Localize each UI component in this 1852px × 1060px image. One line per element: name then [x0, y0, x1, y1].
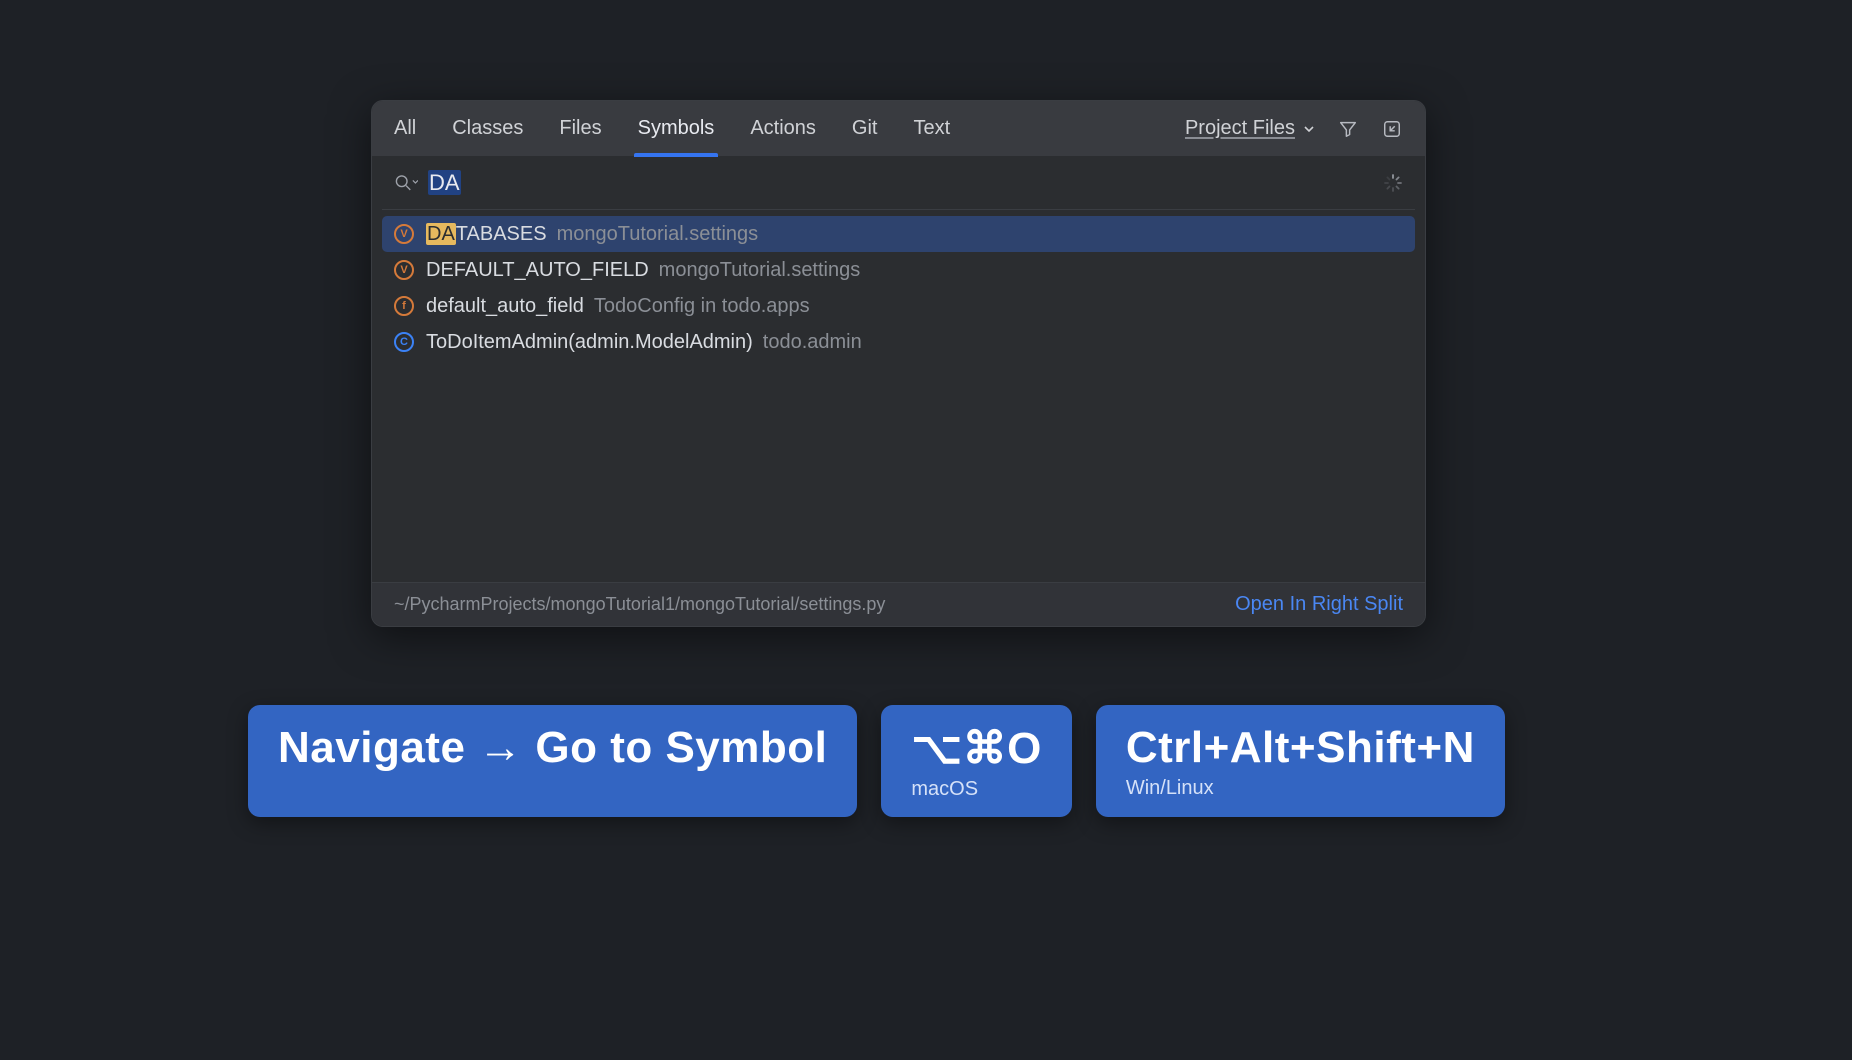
- symbol-name: DEFAULT_AUTO_FIELD: [426, 259, 649, 282]
- win-shortcut-keys: Ctrl+Alt+Shift+N: [1126, 723, 1475, 773]
- results-list: V DATABASES mongoTutorial.settings V DEFAULT…: [372, 210, 1425, 582]
- symbol-type-badge: C: [394, 332, 414, 352]
- open-in-right-split-link[interactable]: Open In Right Split: [1235, 593, 1403, 616]
- scope-dropdown[interactable]: Project Files: [1185, 117, 1315, 140]
- tab-text[interactable]: Text: [913, 101, 950, 156]
- win-shortcut-label: Win/Linux: [1126, 777, 1475, 800]
- tabs-row: All Classes Files Symbols Actions Git Text Pro…: [372, 101, 1425, 157]
- search-row: DA: [372, 157, 1425, 209]
- search-query: DA: [428, 170, 461, 195]
- result-path: ~/PycharmProjects/mongoTutorial1/mongoTu…: [394, 594, 885, 615]
- shortcut-cards: Navigate → Go to Symbol ⌥⌘O macOS Ctrl+A…: [248, 705, 1505, 817]
- tab-all[interactable]: All: [394, 101, 416, 156]
- menu-path-text: Navigate → Go to Symbol: [278, 723, 827, 773]
- result-text: ToDoItemAdmin(admin.ModelAdmin) todo.admi…: [426, 331, 862, 354]
- symbol-location: todo.admin: [763, 331, 862, 354]
- tab-symbols[interactable]: Symbols: [638, 101, 715, 156]
- symbol-type-badge: f: [394, 296, 414, 316]
- tab-actions[interactable]: Actions: [750, 101, 816, 156]
- symbol-name: ToDoItemAdmin(admin.ModelAdmin): [426, 331, 753, 354]
- loading-spinner-icon: [1383, 173, 1403, 193]
- search-icon: [394, 173, 418, 193]
- popup-footer: ~/PycharmProjects/mongoTutorial1/mongoTu…: [372, 582, 1425, 626]
- open-in-tool-window-icon[interactable]: [1381, 118, 1403, 140]
- symbol-location: TodoConfig in todo.apps: [594, 295, 810, 318]
- symbol-location: mongoTutorial.settings: [557, 223, 759, 246]
- symbol-name: default_auto_field: [426, 295, 584, 318]
- tab-git[interactable]: Git: [852, 101, 878, 156]
- result-text: DEFAULT_AUTO_FIELD mongoTutorial.settings: [426, 259, 860, 282]
- mac-shortcut-card: ⌥⌘O macOS: [881, 705, 1071, 817]
- tab-files[interactable]: Files: [559, 101, 601, 156]
- chevron-down-icon: [1303, 123, 1315, 135]
- search-everywhere-popup: All Classes Files Symbols Actions Git Text Pro…: [371, 100, 1426, 627]
- symbol-type-badge: V: [394, 260, 414, 280]
- filter-icon[interactable]: [1337, 118, 1359, 140]
- scope-label: Project Files: [1185, 117, 1295, 140]
- menu-path-card: Navigate → Go to Symbol: [248, 705, 857, 817]
- result-row[interactable]: C ToDoItemAdmin(admin.ModelAdmin) todo.adm…: [382, 324, 1415, 360]
- result-row[interactable]: f default_auto_field TodoConfig in todo.ap…: [382, 288, 1415, 324]
- symbol-name: DATABASES: [426, 223, 547, 246]
- result-text: DATABASES mongoTutorial.settings: [426, 223, 758, 246]
- result-text: default_auto_field TodoConfig in todo.app…: [426, 295, 810, 318]
- tab-classes[interactable]: Classes: [452, 101, 523, 156]
- result-row[interactable]: V DEFAULT_AUTO_FIELD mongoTutorial.setting…: [382, 252, 1415, 288]
- win-shortcut-card: Ctrl+Alt+Shift+N Win/Linux: [1096, 705, 1505, 817]
- symbol-type-badge: V: [394, 224, 414, 244]
- search-input[interactable]: DA: [428, 170, 1373, 196]
- mac-shortcut-label: macOS: [911, 778, 1041, 801]
- mac-shortcut-keys: ⌥⌘O: [911, 723, 1041, 774]
- result-row[interactable]: V DATABASES mongoTutorial.settings: [382, 216, 1415, 252]
- symbol-location: mongoTutorial.settings: [659, 259, 861, 282]
